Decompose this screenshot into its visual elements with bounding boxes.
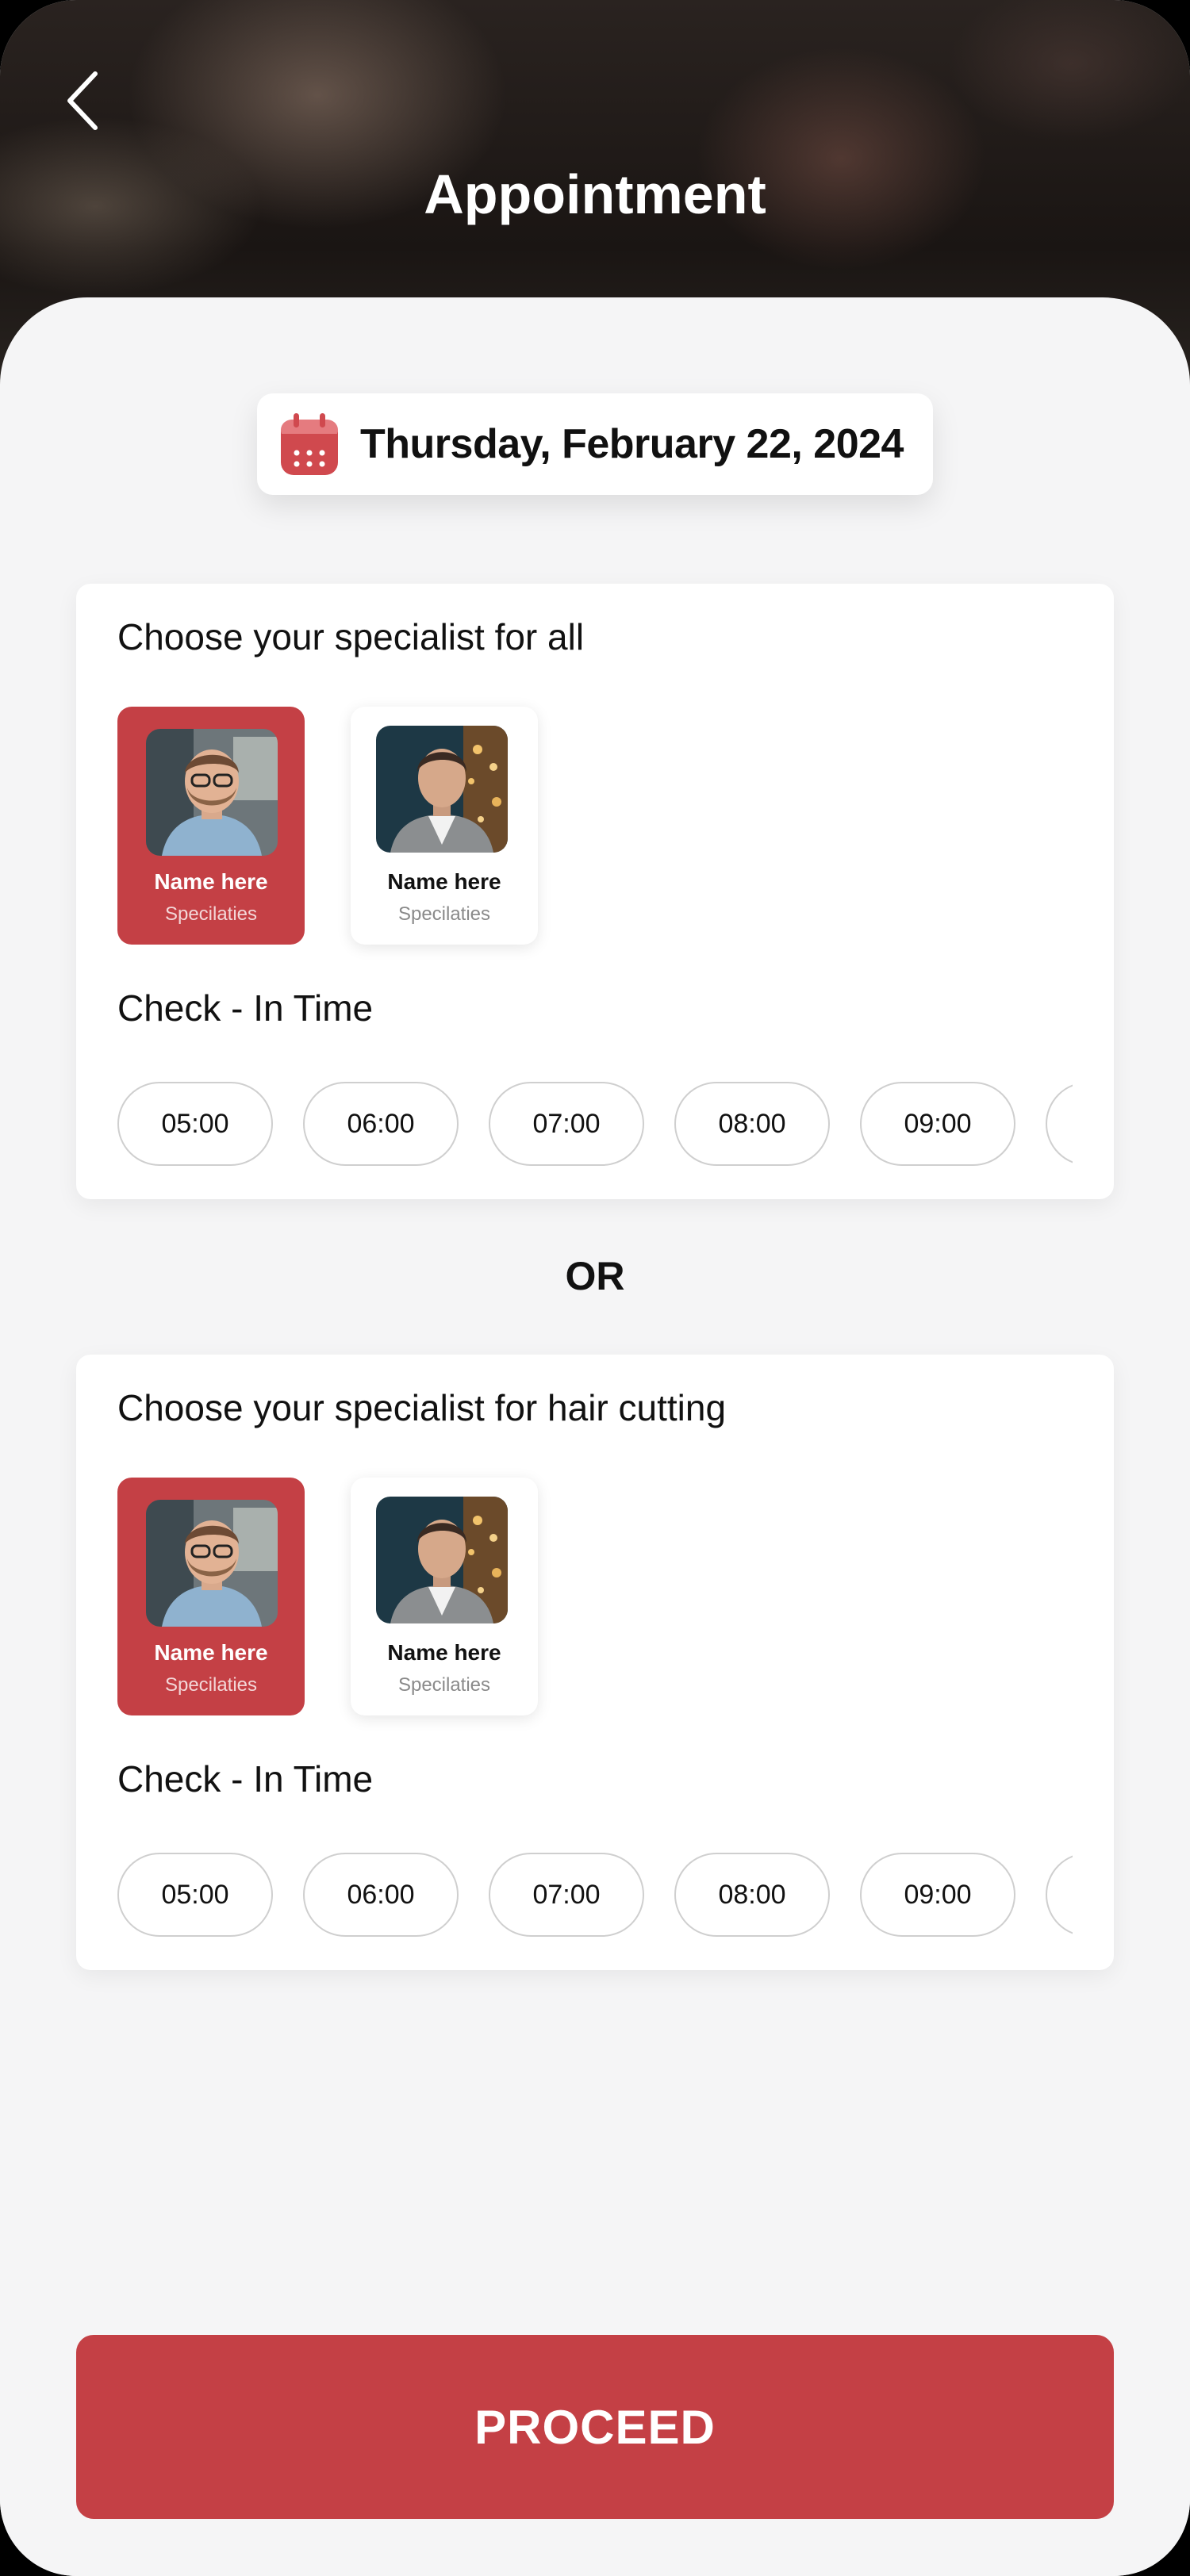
date-selector[interactable]: Thursday, February 22, 2024 — [257, 393, 933, 495]
specialist-avatar — [146, 729, 278, 856]
specialist-subtitle: Specilaties — [397, 1674, 491, 1696]
specialist-name: Name here — [387, 1640, 501, 1665]
time-slot-list: 05:00 06:00 07:00 08:00 09:00 — [117, 1853, 1073, 1940]
specialist-card-all: Choose your specialist for all Name here — [76, 584, 1114, 1199]
specialist-option-2[interactable]: Name here Specilaties — [351, 707, 538, 945]
time-slot[interactable]: 09:00 — [860, 1853, 1015, 1937]
specialist-option-1[interactable]: Name here Specilaties — [117, 1478, 305, 1715]
chevron-left-icon — [67, 71, 98, 130]
specialist-subtitle: Specilaties — [164, 903, 258, 925]
specialist-option-1[interactable]: Name here Specilaties — [117, 707, 305, 945]
time-slot[interactable]: 08:00 — [674, 1853, 830, 1937]
specialist-avatar — [376, 726, 508, 853]
specialist-name: Name here — [154, 869, 268, 894]
specialist-subtitle: Specilaties — [397, 903, 491, 925]
section-title: Choose your specialist for all — [117, 616, 585, 657]
time-slot[interactable]: 06:00 — [303, 1082, 459, 1166]
calendar-icon — [281, 413, 338, 475]
time-slot[interactable] — [1046, 1853, 1073, 1937]
page-title: Appointment — [424, 163, 766, 225]
time-slot[interactable]: 09:00 — [860, 1082, 1015, 1166]
specialist-avatar — [146, 1500, 278, 1627]
specialist-card-hair-cutting: Choose your specialist for hair cutting … — [76, 1355, 1114, 1970]
time-slot[interactable]: 06:00 — [303, 1853, 459, 1937]
appointment-screen: Appointment Thursday, February 22, 2024 … — [0, 0, 1190, 2576]
time-slot[interactable]: 05:00 — [117, 1082, 273, 1166]
proceed-button[interactable]: PROCEED — [76, 2335, 1114, 2519]
section-title: Choose your specialist for hair cutting — [117, 1387, 727, 1428]
time-slot[interactable]: 05:00 — [117, 1853, 273, 1937]
time-slot[interactable]: 07:00 — [489, 1853, 644, 1937]
time-slot[interactable]: 07:00 — [489, 1082, 644, 1166]
time-slot-list: 05:00 06:00 07:00 08:00 09:00 — [117, 1082, 1073, 1169]
time-slot[interactable]: 08:00 — [674, 1082, 830, 1166]
specialist-name: Name here — [154, 1640, 268, 1665]
checkin-title: Check - In Time — [117, 1758, 374, 1800]
back-button[interactable] — [56, 65, 111, 136]
or-divider: OR — [565, 1254, 625, 1298]
specialist-subtitle: Specilaties — [164, 1674, 258, 1696]
checkin-title: Check - In Time — [117, 987, 374, 1029]
date-text: Thursday, February 22, 2024 — [360, 421, 904, 467]
specialist-avatar — [376, 1497, 508, 1623]
specialist-option-2[interactable]: Name here Specilaties — [351, 1478, 538, 1715]
specialist-name: Name here — [387, 869, 501, 894]
time-slot[interactable] — [1046, 1082, 1073, 1166]
